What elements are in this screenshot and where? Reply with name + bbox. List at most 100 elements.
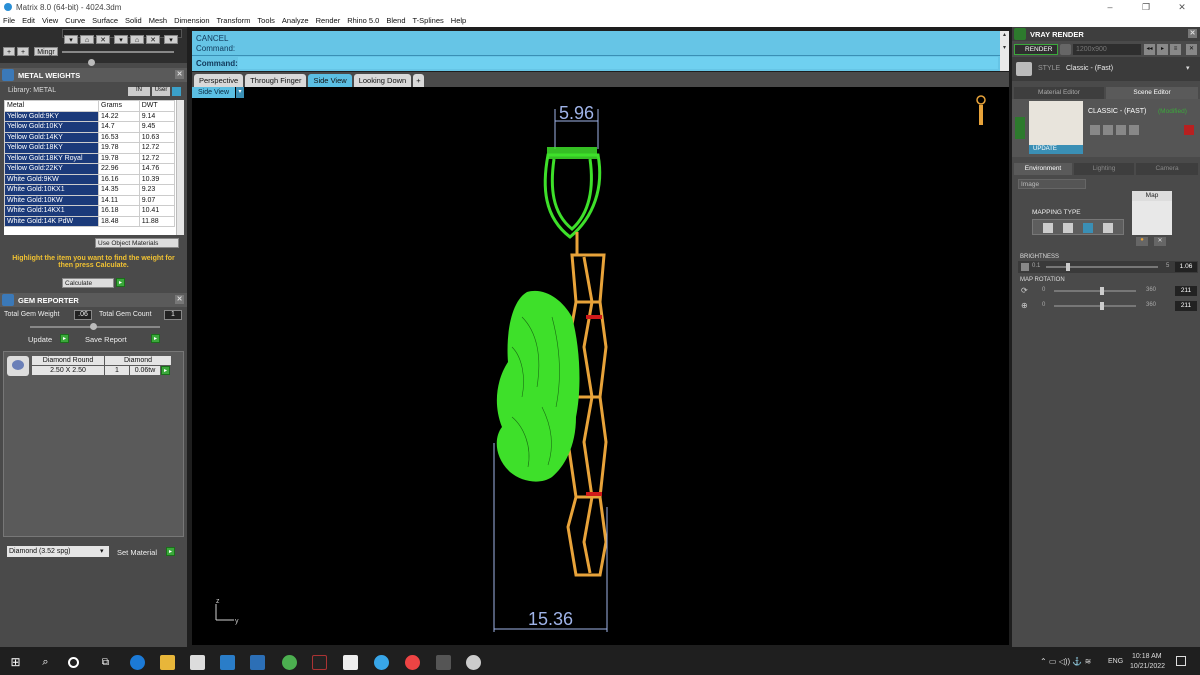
table-row[interactable]: White Gold:9KW 16.16 10.39 [4,173,176,185]
menu-rhino[interactable]: Rhino 5.0 [347,16,379,25]
rot1-value[interactable]: 211 [1175,286,1197,296]
col-grams[interactable]: Grams [98,100,140,112]
col-dwt[interactable]: DWT [138,100,176,112]
table-row[interactable]: White Gold:10KX1 14.35 9.23 [4,184,176,196]
close-icon[interactable]: ✕ [1188,29,1197,38]
chevron-down-icon[interactable]: ▾ [1186,64,1190,72]
tab-scene-editor[interactable]: Scene Editor [1106,87,1198,99]
command-input[interactable] [238,57,998,69]
scene-delete-icon[interactable] [1184,125,1194,135]
app-dark-icon[interactable] [312,655,327,670]
chevron-down-icon[interactable]: ▾ [100,547,104,555]
mapping-box-icon[interactable] [1063,223,1073,233]
app-green-icon[interactable] [282,655,297,670]
table-row[interactable]: Yellow Gold:18KY Royal 19.78 12.72 [4,152,176,164]
pin-icon[interactable]: ▾ [64,35,78,44]
table-row[interactable]: Yellow Gold:9KY 14.22 9.14 [4,110,176,122]
tab-lighting[interactable]: Lighting [1074,163,1134,175]
scene-icon-4[interactable] [1129,125,1139,135]
update-button[interactable]: ▸ [60,334,69,343]
env-select[interactable]: Image [1018,179,1086,189]
app-gray-icon[interactable] [436,655,451,670]
matrix-app-icon[interactable] [466,655,481,670]
resolution-field[interactable]: 1200x900 [1073,44,1141,55]
table-row[interactable]: White Gold:10KW 14.11 9.07 [4,194,176,206]
camera-icon[interactable] [1060,44,1071,55]
close-icon[interactable]: ✕ [175,70,184,79]
mapping-plane-icon[interactable] [1043,223,1053,233]
table-row[interactable]: Yellow Gold:14KY 16.53 10.63 [4,131,176,143]
edge-icon[interactable] [130,655,145,670]
user-toggle[interactable] [172,87,181,96]
file-explorer-icon[interactable] [160,655,175,670]
delete-icon[interactable]: ✕ [96,35,110,44]
menu-help[interactable]: Help [451,16,466,25]
viewport[interactable]: Side View ▾ 5.96 15.36 z y [192,87,1009,645]
menu-edit[interactable]: Edit [22,16,35,25]
user-button[interactable]: User [152,87,170,96]
col-metal[interactable]: Metal [4,100,99,112]
minimize-button[interactable]: – [1092,2,1128,13]
layer-icon[interactable]: ⌂ [80,35,94,44]
material-select[interactable]: Diamond (3.52 spg) [7,546,109,557]
tab-camera[interactable]: Camera [1136,163,1198,175]
close-icon[interactable]: ✕ [175,295,184,304]
tab-through-finger[interactable]: Through Finger [245,74,307,87]
render-button[interactable]: RENDER [1014,44,1058,55]
scene-icon-3[interactable] [1116,125,1126,135]
tab-looking-down[interactable]: Looking Down [353,74,412,87]
brightness-track[interactable] [1046,266,1158,268]
menu-curve[interactable]: Curve [65,16,85,25]
table-row[interactable]: Yellow Gold:22KY 22.96 14.76 [4,163,176,175]
pin-icon-2[interactable]: ▾ [114,35,128,44]
clock-time[interactable]: 10:18 AM [1132,653,1162,660]
tab-material-editor[interactable]: Material Editor [1014,87,1104,99]
rot1-thumb[interactable] [1100,287,1104,295]
language-indicator[interactable]: ENG [1108,658,1123,665]
notification-icon[interactable] [1176,656,1186,666]
chrome-icon[interactable] [405,655,420,670]
table-row[interactable]: Yellow Gold:10KY 14.7 9.45 [4,121,176,133]
slider-track[interactable] [62,51,174,53]
menu-transform[interactable]: Transform [217,16,251,25]
brightness-thumb[interactable] [1066,263,1070,271]
calculate-field[interactable]: Calculate [62,278,114,288]
tab-side-view[interactable]: Side View [308,74,352,87]
scene-side-tab[interactable] [1015,117,1025,139]
table-scrollbar[interactable] [176,100,184,235]
mapping-dome-icon[interactable] [1103,223,1113,233]
photos-icon[interactable] [250,655,265,670]
set-material-button[interactable]: ▸ [166,547,175,556]
table-row[interactable]: White Gold:14KX1 16.18 10.41 [4,205,176,217]
rot2-thumb[interactable] [1100,302,1104,310]
menu-tsplines[interactable]: T-Splines [413,16,444,25]
menu-file[interactable]: File [3,16,15,25]
add-tab-button[interactable]: + [413,74,424,87]
menu-mesh[interactable]: Mesh [149,16,167,25]
menu-view[interactable]: View [42,16,58,25]
cortana-icon[interactable] [68,657,79,668]
menu-blend[interactable]: Blend [386,16,405,25]
gem-slider-thumb[interactable] [90,323,97,330]
map-edit-icon[interactable]: ● [1136,237,1148,246]
app-blue-icon[interactable] [374,655,389,670]
menu-dimension[interactable]: Dimension [174,16,209,25]
preset-value[interactable]: Classic - (Fast) [1066,65,1113,72]
map-clear-icon[interactable]: ✕ [1154,237,1166,246]
map-thumbnail[interactable] [1132,201,1172,235]
scene-icon-1[interactable] [1090,125,1100,135]
add-icon[interactable]: + [3,47,15,56]
layer-icon-2[interactable]: ⌂ [130,35,144,44]
use-object-materials[interactable]: Use Object Materials [95,238,179,248]
maximize-button[interactable]: ❐ [1128,2,1164,13]
menu-tools[interactable]: Tools [257,16,275,25]
table-row[interactable]: White Gold:14K PdW 18.48 11.88 [4,215,176,227]
rot1-track[interactable] [1054,290,1136,292]
task-view-icon[interactable]: ⧉ [98,655,113,670]
tab-environment[interactable]: Environment [1014,163,1072,175]
menu-render[interactable]: Render [316,16,341,25]
command-scrollbar[interactable]: ▴ ▾ [1000,31,1009,71]
brightness-value[interactable]: 1.06 [1175,262,1197,272]
rewind-icon[interactable]: ◂◂ [1144,44,1155,55]
list-icon[interactable]: ≡ [1170,44,1181,55]
